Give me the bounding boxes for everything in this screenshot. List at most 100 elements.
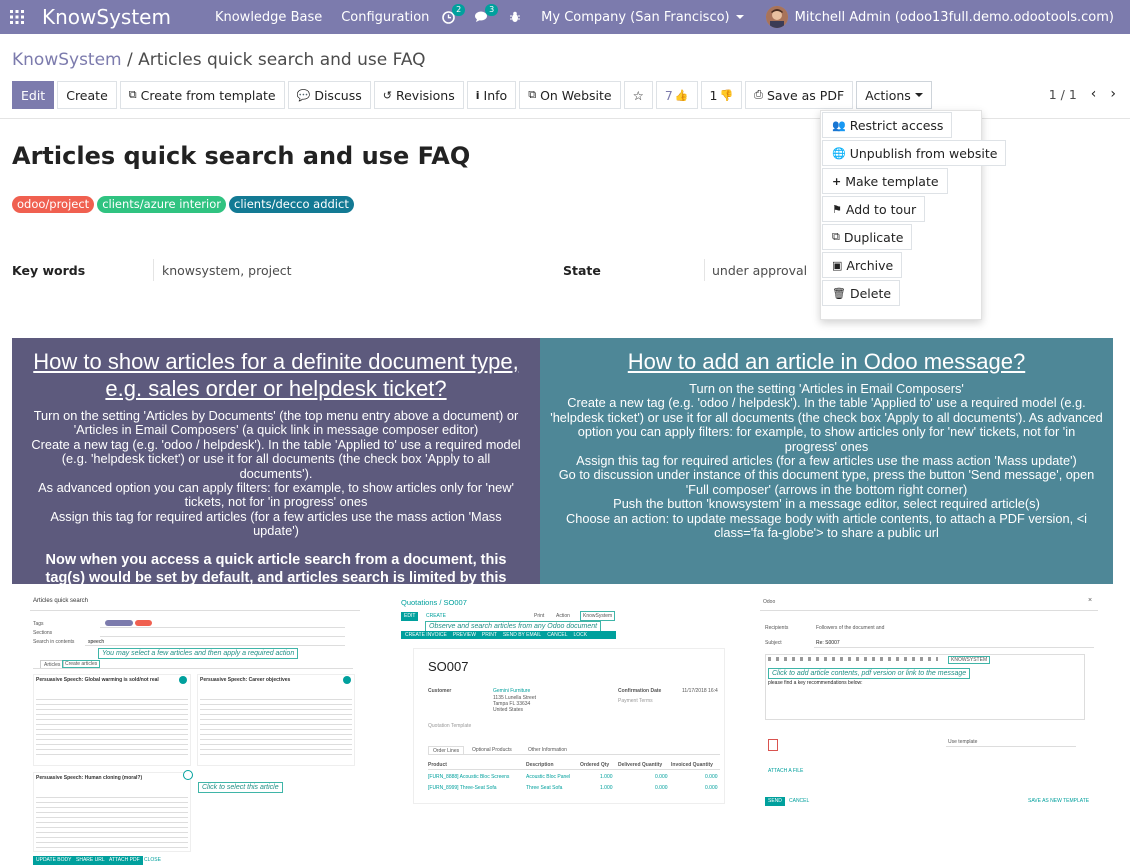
s2-cell: Three Seat Sofa — [526, 785, 563, 791]
info-label: Info — [483, 87, 508, 103]
s3-recipients-value: Followers of the document and — [816, 625, 885, 631]
chevron-right-icon[interactable]: › — [1110, 86, 1116, 102]
s1-update-body-button[interactable]: UPDATE BODY — [33, 856, 75, 865]
s2-cell[interactable]: [FURN_8999] Three-Seat Sofa — [428, 785, 497, 791]
s1-select-icon[interactable] — [343, 676, 351, 684]
on-website-button[interactable]: ⧉ On Website — [519, 81, 621, 109]
archive-icon: ▣ — [832, 258, 843, 272]
s3-editor-toolbar[interactable] — [768, 657, 938, 661]
s1-close-link[interactable]: CLOSE — [144, 857, 161, 863]
chevron-left-icon[interactable]: ‹ — [1091, 86, 1097, 102]
s2-divider — [428, 754, 720, 755]
close-icon[interactable]: × — [1088, 597, 1092, 604]
apps-menu-icon[interactable] — [0, 0, 34, 34]
pager-value[interactable]: 1 / 1 — [1049, 87, 1077, 102]
s2-print-menu[interactable]: Print — [534, 613, 544, 619]
menu-item-add-to-tour[interactable]: ⚑ Add to tour — [822, 196, 926, 222]
discuss-button[interactable]: 💬 Discuss — [287, 81, 371, 109]
company-switcher[interactable]: My Company (San Francisco) — [541, 9, 744, 25]
revisions-button[interactable]: ↺ Revisions — [373, 81, 464, 109]
dislike-button[interactable]: 1 👎 — [700, 81, 743, 109]
info-button[interactable]: i Info — [466, 81, 517, 109]
menu-item-label: Archive — [846, 257, 894, 273]
s1-article-card[interactable]: Persuasive Speech: Human cloning (moral?… — [33, 772, 191, 852]
menu-item-make-template[interactable]: + Make template — [822, 168, 948, 194]
tag-badge[interactable]: clients/azure interior — [97, 196, 226, 213]
s2-knowsystem-button[interactable]: KnowSystem — [580, 611, 616, 621]
s2-divider — [428, 769, 720, 770]
s3-subject-value[interactable]: Re: S0007 — [816, 640, 840, 646]
s3-editor[interactable] — [765, 654, 1085, 720]
s1-card-text — [36, 793, 188, 851]
right-panel-line: Choose an action: to update message body… — [565, 510, 1088, 541]
s2-cell: 1.000 — [600, 774, 613, 780]
s3-send-button[interactable]: SEND — [765, 797, 785, 806]
s2-toolbar-item[interactable]: PRINT — [482, 632, 497, 639]
s2-cell: 1.000 — [600, 785, 613, 791]
menu-item-restrict-access[interactable]: 👥 Restrict access — [822, 112, 953, 138]
messaging-menu[interactable]: 3 — [475, 4, 499, 23]
s2-create-button[interactable]: CREATE — [426, 613, 446, 619]
tag-badge[interactable]: clients/decco addict — [229, 196, 354, 213]
menu-item-label: Unpublish from website — [849, 145, 998, 161]
chevron-down-icon — [735, 15, 744, 19]
s1-divider — [30, 610, 360, 611]
s3-use-template[interactable]: Use template — [948, 739, 977, 745]
s1-article-card[interactable]: Persuasive Speech: Global warming is sol… — [33, 674, 191, 766]
s2-toolbar-item[interactable]: PREVIEW — [453, 632, 476, 639]
menu-configuration[interactable]: Configuration — [341, 10, 429, 25]
s3-attach-file[interactable]: ATTACH A FILE — [768, 768, 803, 774]
breadcrumb-separator: / — [127, 50, 133, 70]
company-name: My Company (San Francisco) — [541, 9, 730, 25]
s3-save-template-button[interactable]: SAVE AS NEW TEMPLATE — [1028, 798, 1089, 804]
s1-article-card[interactable]: Persuasive Speech: Career objectives — [197, 674, 355, 766]
tag-badge[interactable]: odoo/project — [12, 196, 95, 213]
menu-item-unpublish[interactable]: 🌐 Unpublish from website — [822, 140, 1007, 166]
s3-field-line — [814, 647, 1094, 648]
s2-toolbar-item[interactable]: CANCEL — [547, 632, 567, 639]
create-from-template-button[interactable]: ⧉ Create from template — [119, 81, 285, 109]
create-button[interactable]: Create — [57, 81, 117, 109]
s2-toolbar-item[interactable]: CREATE INVOICE — [405, 632, 447, 639]
breadcrumb-parent[interactable]: KnowSystem — [12, 50, 122, 70]
s2-tab-other[interactable]: Other Information — [528, 747, 567, 753]
menu-item-delete[interactable]: 🗑 Delete — [822, 280, 901, 306]
s1-sections-label: Sections — [33, 630, 53, 636]
pager: 1 / 1 ‹ › — [1049, 86, 1116, 102]
save-as-pdf-button[interactable]: ⎙ Save as PDF — [745, 81, 854, 109]
s2-payment-label: Payment Terms — [618, 698, 653, 704]
state-value: under approval — [712, 263, 808, 278]
menu-item-archive[interactable]: ▣ Archive — [822, 252, 903, 278]
left-panel-line: Create a new tag (e.g. 'odoo / helpdesk'… — [31, 436, 521, 481]
s2-customer[interactable]: Gemini Furniture — [493, 688, 530, 694]
menu-item-duplicate[interactable]: ⧉ Duplicate — [822, 224, 913, 250]
s3-cancel-button[interactable]: CANCEL — [789, 798, 809, 804]
menu-item-label: Add to tour — [845, 201, 917, 217]
s2-template-label: Quotation Template — [428, 723, 472, 729]
menu-knowledge-base[interactable]: Knowledge Base — [215, 10, 322, 25]
s2-cell[interactable]: [FURN_8888] Acoustic Bloc Screens — [428, 774, 509, 780]
s2-toolbar-item[interactable]: SEND BY EMAIL — [503, 632, 541, 639]
s2-action-menu[interactable]: Action — [556, 613, 570, 619]
user-menu[interactable]: Mitchell Admin (odoo13full.demo.odootool… — [795, 10, 1114, 25]
favorite-button[interactable]: ☆ — [623, 81, 653, 109]
s1-select-icon[interactable] — [179, 676, 187, 684]
s2-edit-button[interactable]: EDIT — [401, 612, 419, 621]
tags-list: odoo/project clients/azure interior clie… — [12, 196, 357, 213]
pdf-file-icon[interactable] — [768, 739, 778, 751]
edit-button[interactable]: Edit — [12, 81, 55, 109]
actions-dropdown-button[interactable]: Actions — [856, 81, 932, 109]
s1-attach-pdf-button[interactable]: ATTACH PDF — [106, 856, 143, 865]
s2-tab-optional[interactable]: Optional Products — [472, 747, 512, 753]
s1-share-url-button[interactable]: SHARE URL — [73, 856, 108, 865]
s1-tab-create[interactable]: Create articles — [62, 660, 101, 668]
s3-knowsystem-button[interactable]: KNOWSYSTEM — [948, 656, 991, 664]
avatar[interactable] — [765, 6, 788, 28]
top-navbar: KnowSystem Knowledge Base Configuration … — [0, 0, 1130, 34]
activity-menu[interactable]: 2 — [442, 3, 466, 24]
app-brand[interactable]: KnowSystem — [42, 5, 171, 29]
s2-toolbar-item[interactable]: LOCK — [573, 632, 587, 639]
s1-select-icon[interactable] — [183, 770, 193, 780]
like-button[interactable]: 7 👍 — [655, 81, 698, 109]
debug-menu[interactable] — [509, 11, 521, 23]
